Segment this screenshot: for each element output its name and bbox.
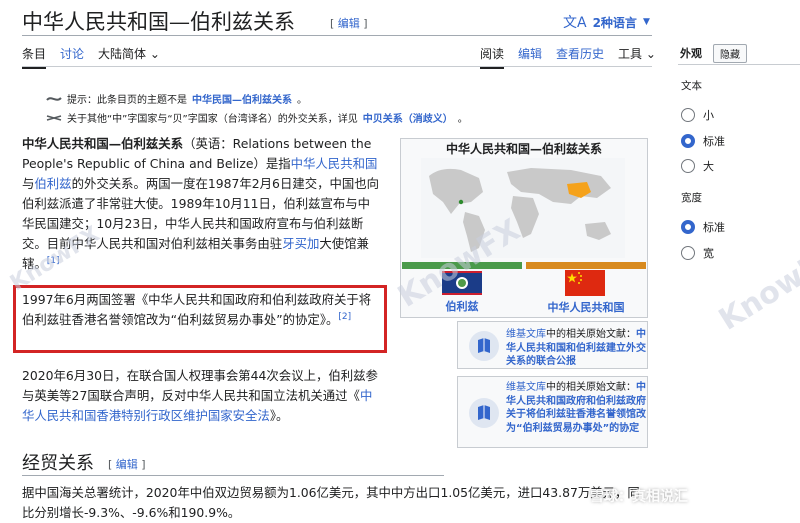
radio-label: 大 <box>703 160 714 173</box>
tools-label[interactable]: 工具 <box>618 47 642 61</box>
wikisource-icon <box>469 398 499 428</box>
wikisource-link[interactable]: 维基文库 <box>506 382 546 393</box>
radio-button[interactable] <box>681 246 695 260</box>
link-jamaica[interactable]: 牙买加 <box>282 236 319 251</box>
language-icon: 文A <box>563 15 587 31</box>
radio-text-small[interactable]: 小 <box>681 107 714 123</box>
radio-button[interactable] <box>681 108 695 122</box>
china-link[interactable]: 中华人民共和国 <box>524 299 648 315</box>
wikisource-icon <box>469 331 499 361</box>
body-text: 2020年6月30日，在联合国人权理事会第44次会议上，伯利兹参与英美等27国联… <box>22 368 378 403</box>
hatnote-text: 。 <box>457 114 468 125</box>
variant-label[interactable]: 大陆简体 <box>98 47 146 61</box>
section-divider <box>22 475 444 476</box>
section-edit-link[interactable]: [ 编辑 ] <box>108 456 146 472</box>
radio-button[interactable] <box>681 134 695 148</box>
page-title: 中华人民共和国—伯利兹关系 <box>22 10 295 34</box>
hatnote-text: 。 <box>297 95 307 106</box>
wikisource-text: 维基文库中的相关原始文献：中华人民共和国和伯利兹建立外交关系的联合公报 <box>506 328 646 369</box>
footer-watermark: 雪球：真相说汇 <box>590 489 688 505</box>
appearance-heading: 外观 <box>680 47 702 60</box>
wikisource-text: 维基文库中的相关原始文献：中华人民共和国政府和伯利兹政府关于将伯利兹驻香港名誉领… <box>506 381 646 435</box>
radio-label: 宽 <box>703 247 714 260</box>
width-label: 宽度 <box>681 192 702 204</box>
hide-button[interactable]: 隐藏 <box>713 44 747 63</box>
body-text: 中的相关原始文献： <box>546 329 636 340</box>
radio-button[interactable] <box>681 159 695 173</box>
chevron-down-icon: ▼ <box>642 17 650 27</box>
hatnote-text: 提示：此条目页的主题不是 <box>67 95 187 106</box>
radio-label: 标准 <box>703 221 725 234</box>
wikisource-box: 维基文库中的相关原始文献：中华人民共和国政府和伯利兹政府关于将伯利兹驻香港名誉领… <box>457 376 648 448</box>
tabs-divider <box>22 66 652 67</box>
radio-width-wide[interactable]: 宽 <box>681 245 714 261</box>
radio-text-large[interactable]: 大 <box>681 158 714 174</box>
body-text: 与 <box>22 176 35 191</box>
language-button[interactable]: 文A 2种语言 ▼ <box>563 12 650 32</box>
body-text: 中的相关原始文献： <box>546 382 636 393</box>
chevron-down-icon: ⌄ <box>149 47 160 61</box>
disambiguation-icon <box>46 96 62 101</box>
wikisource-box: 维基文库中的相关原始文献：中华人民共和国和伯利兹建立外交关系的联合公报 <box>457 321 648 369</box>
hatnote: 关于其他“中”字国家与“贝”字国家（台湾译名）的外交关系，详见 中贝关系（消歧义）… <box>46 110 468 125</box>
disambiguation-icon <box>46 114 62 121</box>
body-text: 比分别增长-9.3%、-9.6%和190.9%。 <box>22 505 241 520</box>
radio-width-standard[interactable]: 标准 <box>681 219 725 235</box>
trade-paragraph: 据中国海关总署统计，2020年中伯双边贸易额为1.06亿美元，其中中方出口1.0… <box>22 483 662 523</box>
china-flag-icon <box>565 270 605 296</box>
title-edit-label[interactable]: 编辑 <box>338 17 360 30</box>
article-subject: 中华人民共和国—伯利兹关系 <box>22 136 184 151</box>
watermark: KnowFX <box>713 235 800 338</box>
hatnote-text: 关于其他“中”字国家与“贝”字国家（台湾译名）的外交关系，详见 <box>67 114 358 125</box>
radio-button[interactable] <box>681 220 695 234</box>
body-text: 据中国海关总署统计，2020年中伯双边贸易额为1.06亿美元，其中中方出口1.0… <box>22 485 640 500</box>
title-edit-link[interactable]: [ 编辑 ] <box>330 15 368 31</box>
radio-label: 小 <box>703 109 714 122</box>
radio-label: 标准 <box>703 135 725 148</box>
section-heading: 经贸关系 <box>22 453 94 474</box>
hatnote: 提示：此条目页的主题不是 中华民国—伯利兹关系。 <box>46 91 307 106</box>
body-text: 》。 <box>269 408 289 423</box>
highlight-annotation-box <box>13 285 387 353</box>
chevron-down-icon: ⌄ <box>645 47 656 61</box>
title-divider <box>22 35 652 36</box>
text-size-label: 文本 <box>681 80 702 92</box>
wikisource-link[interactable]: 维基文库 <box>506 329 546 340</box>
section-edit-label[interactable]: 编辑 <box>116 458 138 471</box>
infobox-title: 中华人民共和国—伯利兹关系 <box>445 142 602 156</box>
hatnote-link[interactable]: 中华民国—伯利兹关系 <box>192 91 292 106</box>
hrc-paragraph: 2020年6月30日，在联合国人权理事会第44次会议上，伯利兹参与英美等27国联… <box>22 366 382 426</box>
language-label[interactable]: 2种语言 <box>593 14 637 31</box>
hatnote-link[interactable]: 中贝关系（消歧义） <box>363 110 453 125</box>
radio-text-standard[interactable]: 标准 <box>681 133 725 149</box>
sidebar-divider <box>678 64 800 65</box>
link-prc[interactable]: 中华人民共和国 <box>291 156 378 171</box>
china-color-bar <box>526 262 646 269</box>
link-belize[interactable]: 伯利兹 <box>34 176 71 191</box>
